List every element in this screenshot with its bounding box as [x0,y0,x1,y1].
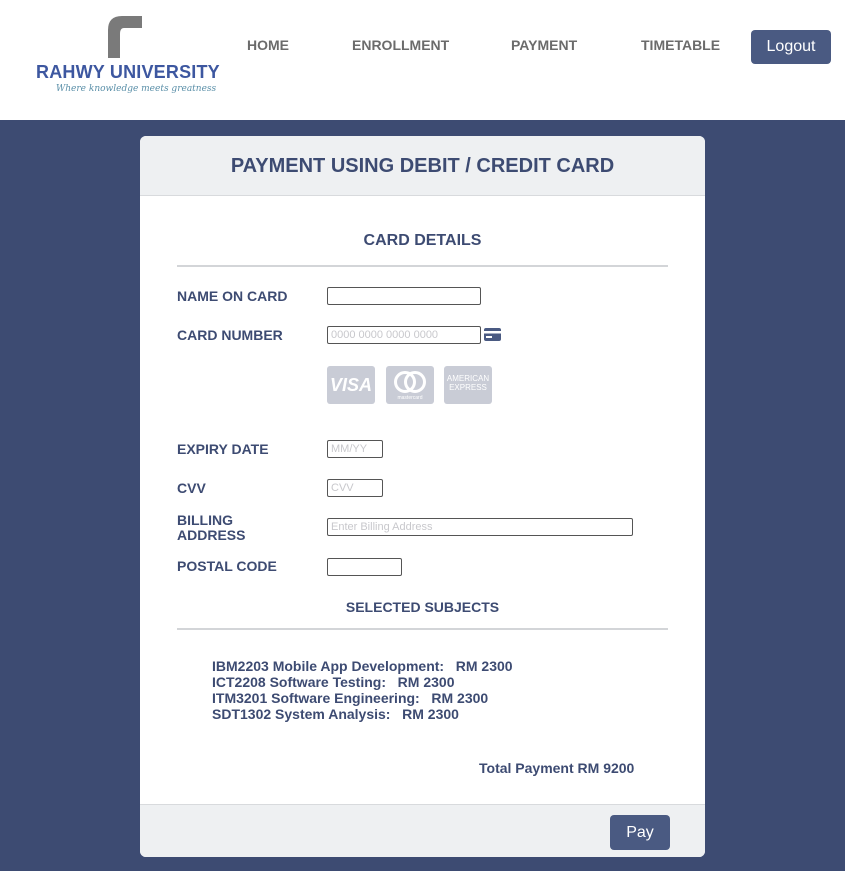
nav-enrollment-link[interactable]: ENROLLMENT [352,37,449,53]
subject-item: IBM2203 Mobile App Development: RM 2300 [212,658,513,674]
subject-item: SDT1302 System Analysis: RM 2300 [212,706,459,722]
postal-code-label: POSTAL CODE [177,558,277,574]
top-navigation-bar: RAHWY UNIVERSITY Where knowledge meets g… [0,0,845,120]
nav-home-link[interactable]: HOME [247,37,289,53]
billing-label-line1: BILLING [177,512,233,528]
payment-card-footer: Pay [140,804,705,857]
pay-button[interactable]: Pay [610,815,670,850]
university-logo[interactable]: RAHWY UNIVERSITY Where knowledge meets g… [36,14,220,98]
subject-item: ITM3201 Software Engineering: RM 2300 [212,690,489,706]
amex-logo-text: AMERICAN EXPRESS [444,374,492,392]
payment-card-header: PAYMENT USING DEBIT / CREDIT CARD [140,136,705,196]
credit-card-icon [484,328,501,341]
visa-logo-text: VISA [329,375,372,395]
nav-payment-link[interactable]: PAYMENT [511,37,577,53]
billing-address-input[interactable] [327,518,633,536]
logo-title: RAHWY UNIVERSITY [36,62,220,82]
subject-item: ICT2208 Software Testing: RM 2300 [212,674,455,690]
payment-card: PAYMENT USING DEBIT / CREDIT CARD CARD D… [140,136,705,857]
logo-tagline: Where knowledge meets greatness [56,84,217,94]
card-number-label: CARD NUMBER [177,327,283,343]
mastercard-logo: mastercard [386,366,434,404]
amex-line2: EXPRESS [449,383,487,392]
mastercard-logo-text: mastercard [397,395,423,401]
amex-line1: AMERICAN [446,374,490,383]
card-details-heading: CARD DETAILS [363,232,482,249]
total-payment: Total Payment RM 9200 [479,760,635,776]
selected-subjects-divider [177,628,668,630]
billing-label-line2: ADDRESS [177,527,246,543]
expiry-date-label: EXPIRY DATE [177,441,269,457]
cvv-label: CVV [177,480,206,496]
logout-button[interactable]: Logout [751,30,831,64]
card-details-divider [177,265,668,267]
american-express-logo: AMERICAN EXPRESS [444,366,492,404]
nav-timetable-link[interactable]: TIMETABLE [641,37,720,53]
mastercard-circle-right [404,371,426,393]
visa-logo: VISA [327,366,375,404]
logo-mark-icon [108,16,142,58]
cvv-input[interactable] [327,479,383,497]
selected-subjects-heading: SELECTED SUBJECTS [345,599,500,615]
postal-code-input[interactable] [327,558,402,576]
name-on-card-input[interactable] [327,287,481,305]
card-number-input[interactable] [327,326,481,344]
expiry-date-input[interactable] [327,440,383,458]
name-on-card-label: NAME ON CARD [177,288,288,304]
billing-address-label: BILLING ADDRESS [177,513,245,543]
payment-title: PAYMENT USING DEBIT / CREDIT CARD [230,155,615,177]
